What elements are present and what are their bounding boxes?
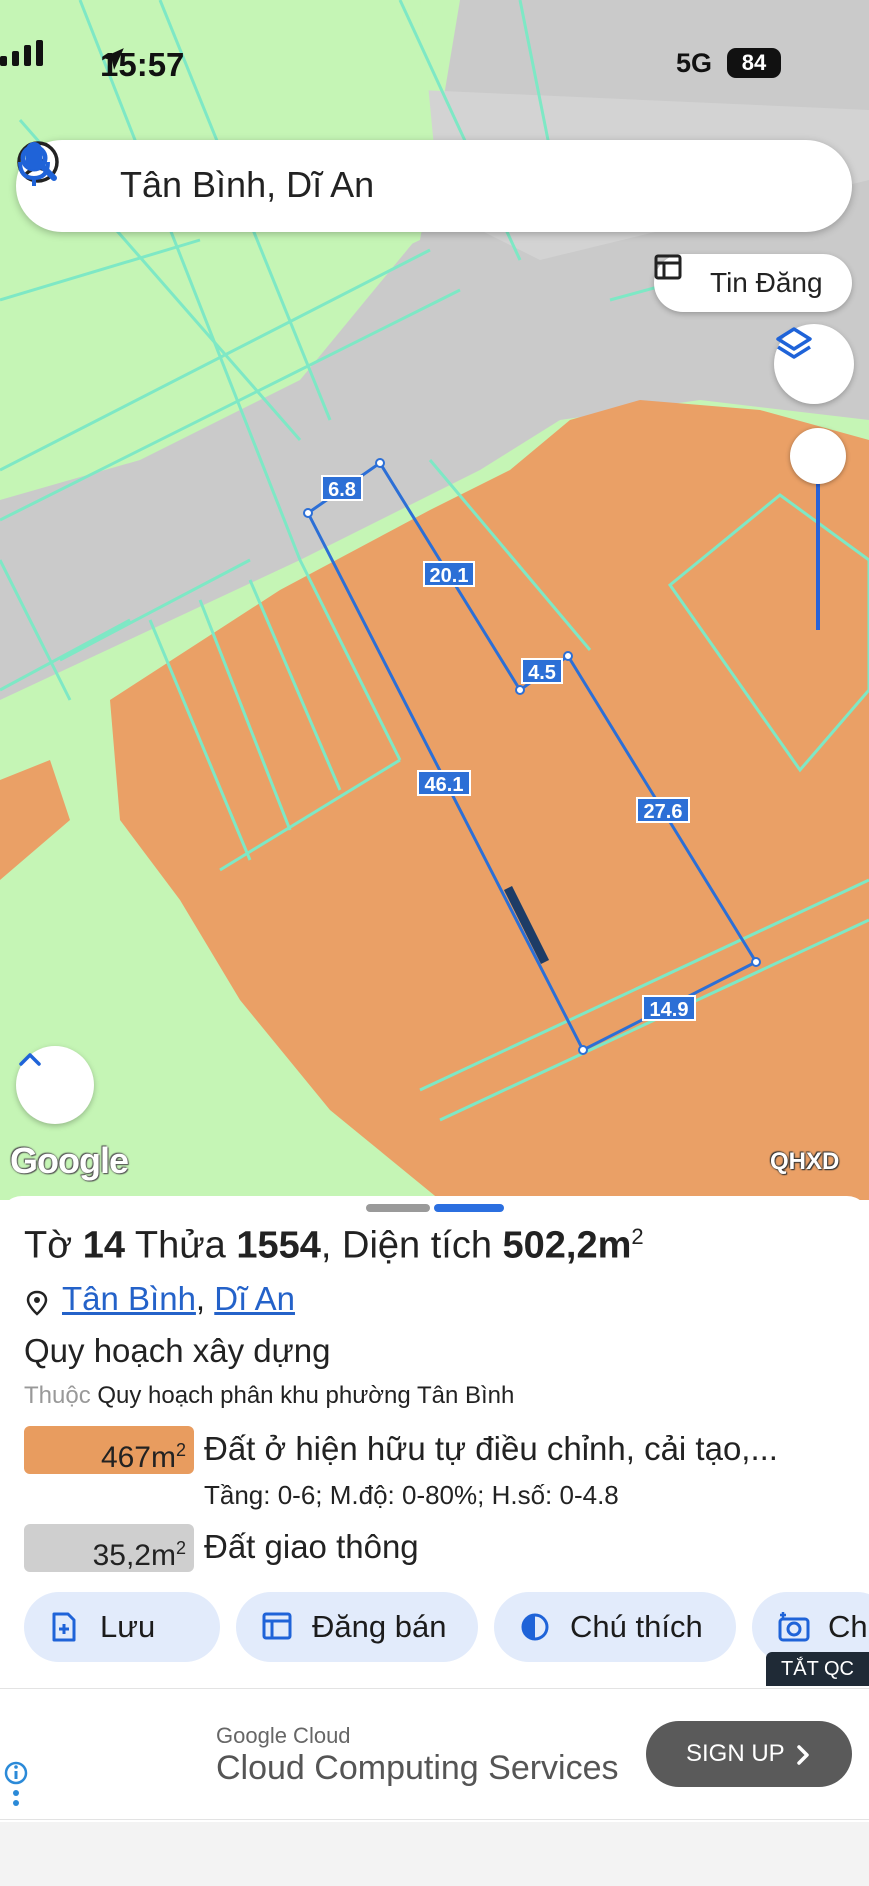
tin-dang-label: Tin Đăng	[710, 267, 823, 298]
location-pin-icon	[26, 1290, 48, 1316]
opacity-slider-track[interactable]	[816, 484, 820, 630]
expand-button[interactable]	[16, 1046, 94, 1124]
section-title: Quy hoạch xây dựng	[24, 1332, 331, 1369]
dim-label-2: 20.1	[430, 565, 469, 587]
city-link[interactable]: Dĩ An	[214, 1280, 295, 1317]
dim-label-1: 6.8	[328, 479, 356, 501]
microphone-icon[interactable]	[16, 140, 52, 190]
legend-button[interactable]: Chú thích	[494, 1592, 736, 1662]
add-camera-icon	[778, 1612, 810, 1642]
dim-label-3: 4.5	[528, 662, 556, 684]
location-arrow-icon	[102, 48, 124, 70]
zone-name-1: Đất ở hiện hữu tự điều chỉnh, cải tạo,..…	[204, 1430, 778, 1467]
chevron-right-icon	[797, 1745, 809, 1765]
status-bar: 15:57 5G 84	[0, 40, 869, 90]
layers-icon	[776, 327, 812, 359]
ad-signup-button[interactable]: SIGN UP	[646, 1721, 852, 1787]
dim-label-6: 14.9	[650, 999, 689, 1021]
chevron-up-icon	[19, 1053, 41, 1066]
dim-label-4: 46.1	[425, 774, 464, 796]
status-time: 15:57	[100, 46, 185, 83]
zone-area-badge-2: 35,2m2	[24, 1524, 194, 1572]
contrast-icon	[521, 1613, 549, 1641]
battery-indicator: 84	[727, 48, 781, 78]
sheet-handle[interactable]	[366, 1204, 430, 1212]
footer-area	[0, 1822, 869, 1886]
ad-banner[interactable]: Google Cloud Cloud Computing Services SI…	[0, 1688, 869, 1820]
sheet-handle-active[interactable]	[434, 1204, 504, 1212]
parcel-title: Tờ 14 Thửa 1554, Diện tích 502,2m2	[24, 1224, 644, 1267]
network-type: 5G	[676, 48, 713, 78]
dim-label-5: 27.6	[644, 801, 683, 823]
zone-area-badge-1: 467m2	[24, 1426, 194, 1474]
post-for-sale-button[interactable]: Đăng bán	[236, 1592, 478, 1662]
layers-button[interactable]	[774, 324, 854, 404]
ad-info-icon[interactable]	[4, 1761, 28, 1815]
add-document-icon	[52, 1612, 76, 1642]
zone-details-1: Tầng: 0-6; M.độ: 0-80%; H.số: 0-4.8	[204, 1480, 619, 1510]
map-view[interactable]: 6.8 20.1 4.5 46.1 27.6 14.9 15:57 5G 84	[0, 0, 869, 1200]
search-query[interactable]: Tân Bình, Dĩ An	[120, 164, 374, 206]
zone-name-2: Đất giao thông	[204, 1528, 419, 1565]
search-bar[interactable]: Tân Bình, Dĩ An	[16, 140, 852, 232]
tin-dang-button[interactable]: Tin Đăng	[654, 254, 852, 312]
map-layer-label: QHXD	[770, 1148, 840, 1175]
close-ad-button[interactable]: TẮT QC	[766, 1652, 869, 1686]
save-button[interactable]: Lưu	[24, 1592, 220, 1662]
google-logo: Google	[10, 1140, 129, 1181]
signal-icon	[0, 40, 43, 66]
ad-headline[interactable]: Cloud Computing Services	[216, 1749, 619, 1788]
listing-icon	[262, 1612, 292, 1640]
ad-brand: Google Cloud	[216, 1723, 351, 1748]
plan-belongs: Thuộc Quy hoạch phân khu phường Tân Bình	[24, 1382, 515, 1409]
ward-link[interactable]: Tân Bình	[62, 1280, 196, 1317]
opacity-slider-handle[interactable]	[790, 428, 846, 484]
listing-icon	[654, 254, 682, 280]
parcel-info-sheet[interactable]: Tờ 14 Thửa 1554, Diện tích 502,2m2 Tân B…	[0, 1196, 869, 1676]
